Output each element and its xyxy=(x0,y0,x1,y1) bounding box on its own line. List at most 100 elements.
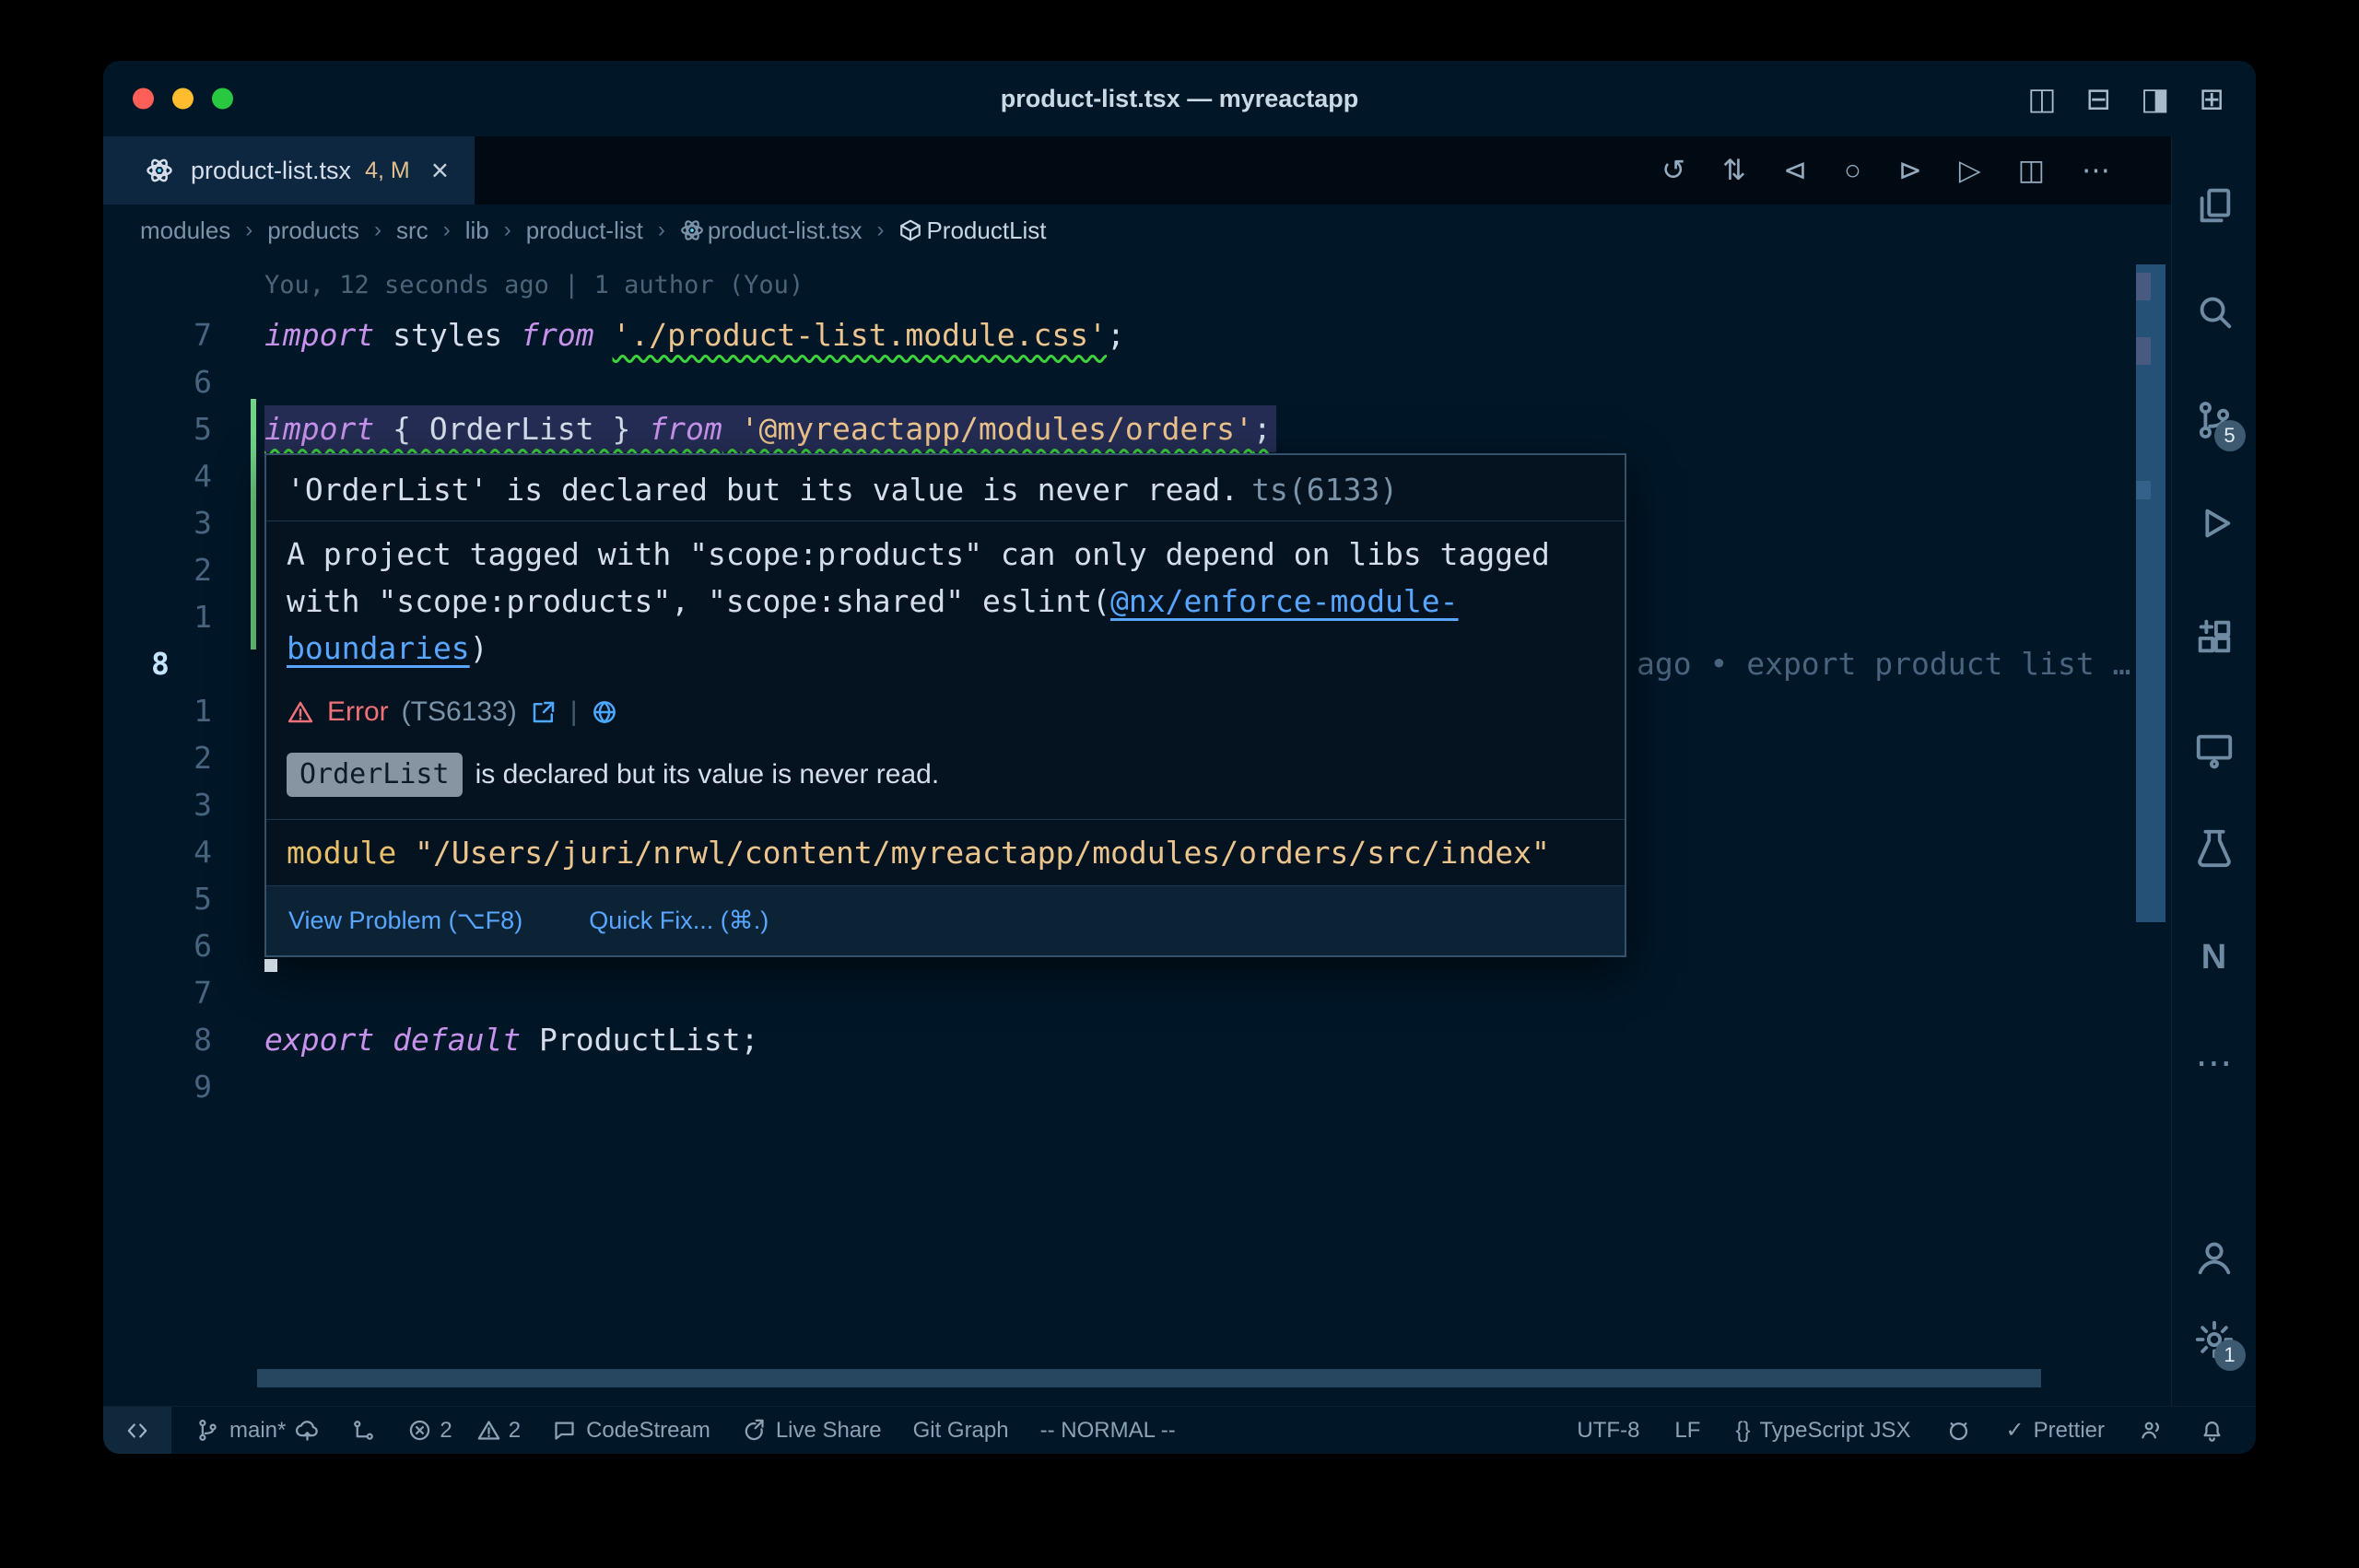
layout-controls: ◫ ⊟ ◨ ⊞ xyxy=(2027,81,2224,117)
line-number: 6 xyxy=(103,358,212,405)
window-traffic-lights xyxy=(133,88,233,110)
code-line[interactable]: 6 xyxy=(103,358,2116,405)
live-share-item[interactable]: Live Share xyxy=(742,1418,882,1444)
run-file-icon[interactable]: ▷ xyxy=(1959,154,1981,187)
eol-item[interactable]: LF xyxy=(1674,1418,1700,1444)
toggle-sidebar-icon[interactable]: ◨ xyxy=(2141,81,2169,117)
breadcrumb-modules[interactable]: modules xyxy=(140,216,230,245)
vertical-scrollbar[interactable] xyxy=(2136,264,2165,922)
more-views-icon[interactable]: ⋯ xyxy=(2190,1039,2238,1087)
breadcrumb-symbol[interactable]: ProductList xyxy=(898,216,1046,245)
error-detail-section: Error(TS6133) | OrderList xyxy=(266,681,1625,819)
tab-label: product-list.tsx xyxy=(191,157,351,185)
tab-product-list[interactable]: product-list.tsx 4, M × xyxy=(103,136,475,205)
customize-layout-icon[interactable]: ⊞ xyxy=(2199,81,2224,117)
testing-icon[interactable] xyxy=(2190,824,2238,872)
activity-bar: 5 N ⋯ 1 xyxy=(2171,136,2256,1406)
split-editor-icon[interactable]: ◫ xyxy=(2018,154,2045,187)
inline-blame-ghost-text: ago • export product list … xyxy=(1637,640,2130,687)
github-icon xyxy=(1946,1418,1971,1443)
minimize-window-button[interactable] xyxy=(172,88,194,110)
breadcrumb: modules › products › src › lib › product… xyxy=(103,205,2171,256)
breadcrumb-separator: › xyxy=(876,217,884,243)
diagnostic-source: ts(6133) xyxy=(1251,472,1398,508)
separator-pipe: | xyxy=(570,694,578,731)
extensions-icon[interactable] xyxy=(2190,613,2238,661)
quick-fix-link[interactable]: Quick Fix... (⌘.) xyxy=(589,897,769,944)
code-line[interactable]: 7 xyxy=(103,969,2116,1016)
language-mode-item[interactable]: {} TypeScript JSX xyxy=(1735,1418,1910,1444)
line-number: 7 xyxy=(103,969,212,1016)
hover-widget-wrapper: 'OrderList' is declared but its value is… xyxy=(264,453,1626,957)
gitlens-branch-item[interactable] xyxy=(351,1418,376,1443)
explorer-icon[interactable] xyxy=(2190,181,2238,229)
window-title: product-list.tsx — myreactapp xyxy=(103,85,2256,113)
settings-gear-icon[interactable]: 1 xyxy=(2190,1316,2238,1363)
nx-console-icon[interactable]: N xyxy=(2190,933,2238,981)
open-external-icon[interactable] xyxy=(530,698,557,726)
code-line[interactable]: 8 export default ProductList; xyxy=(103,1016,2116,1063)
line-number: 2 xyxy=(103,546,212,593)
hover-resize-handle[interactable] xyxy=(264,959,277,972)
breadcrumb-separator: › xyxy=(504,217,511,243)
breadcrumb-product-list[interactable]: product-list xyxy=(526,216,643,245)
line-number: 3 xyxy=(103,781,212,828)
problems-item[interactable]: 2 2 xyxy=(407,1418,521,1444)
git-branch-item[interactable]: main* xyxy=(195,1418,320,1444)
main-row: product-list.tsx 4, M × ↺ ⇅ ⊲ ○ ⊳ ▷ ◫ ⋯ … xyxy=(103,136,2256,1406)
remote-explorer-icon[interactable] xyxy=(2190,726,2238,774)
line-number: 7 xyxy=(103,311,212,358)
open-changes-icon[interactable]: ○ xyxy=(1844,154,1861,187)
line-number: 5 xyxy=(103,405,212,452)
ts-diagnostic-message: 'OrderList' is declared but its value is… xyxy=(266,455,1625,521)
accounts-icon[interactable] xyxy=(2190,1233,2238,1281)
gitlens-blame-annotation: You, 12 seconds ago | 1 author (You) xyxy=(264,265,804,306)
titlebar: product-list.tsx — myreactapp ◫ ⊟ ◨ ⊞ xyxy=(103,61,2256,136)
react-file-icon xyxy=(146,157,173,184)
error-description-row: OrderList is declared but its value is n… xyxy=(266,734,1625,819)
line-number: 3 xyxy=(103,499,212,546)
breadcrumb-products[interactable]: products xyxy=(267,216,359,245)
globe-icon[interactable] xyxy=(591,698,618,726)
breadcrumb-src[interactable]: src xyxy=(396,216,428,245)
breadcrumb-file[interactable]: product-list.tsx xyxy=(680,216,863,245)
tab-close-icon[interactable]: × xyxy=(431,153,449,188)
more-actions-icon[interactable]: ⋯ xyxy=(2082,154,2110,187)
feedback-item[interactable] xyxy=(2140,1418,2165,1443)
search-icon[interactable] xyxy=(2190,287,2238,335)
editor-actions: ↺ ⇅ ⊲ ○ ⊳ ▷ ◫ ⋯ xyxy=(1661,136,2110,205)
warning-count: 2 xyxy=(509,1418,521,1444)
git-graph-item[interactable]: Git Graph xyxy=(913,1418,1009,1444)
code-editor[interactable]: You, 12 seconds ago | 1 author (You) 7 i… xyxy=(103,256,2171,1406)
previous-change-icon[interactable]: ⊲ xyxy=(1783,154,1807,187)
settings-badge: 1 xyxy=(2214,1340,2246,1371)
error-circle-icon xyxy=(407,1418,432,1443)
zoom-window-button[interactable] xyxy=(212,88,233,110)
split-editor-layout-icon[interactable]: ◫ xyxy=(2027,81,2056,117)
toggle-panel-icon[interactable]: ⊟ xyxy=(2086,81,2112,117)
notifications-item[interactable] xyxy=(2200,1418,2224,1443)
view-problem-link[interactable]: View Problem (⌥F8) xyxy=(288,897,522,944)
tab-bar: product-list.tsx 4, M × ↺ ⇅ ⊲ ○ ⊳ ▷ ◫ ⋯ xyxy=(103,136,2171,205)
encoding-item[interactable]: UTF-8 xyxy=(1577,1418,1639,1444)
vim-mode-indicator[interactable]: -- NORMAL -- xyxy=(1040,1418,1176,1444)
run-debug-icon[interactable] xyxy=(2190,499,2238,547)
code-line[interactable]: 5 import { OrderList } from '@myreactapp… xyxy=(103,405,2116,452)
github-item[interactable] xyxy=(1946,1418,1971,1443)
prettier-item[interactable]: ✓ Prettier xyxy=(2006,1417,2105,1444)
braces-icon: {} xyxy=(1735,1418,1750,1444)
compare-changes-icon[interactable]: ⇅ xyxy=(1722,154,1746,187)
code-line[interactable]: 9 xyxy=(103,1063,2116,1110)
remote-indicator[interactable] xyxy=(103,1407,171,1454)
next-change-icon[interactable]: ⊳ xyxy=(1898,154,1922,187)
horizontal-scrollbar[interactable] xyxy=(257,1369,2041,1387)
close-window-button[interactable] xyxy=(133,88,154,110)
line-number: 4 xyxy=(103,828,212,875)
code-line[interactable]: 7 import styles from './product-list.mod… xyxy=(103,311,2116,358)
codestream-item[interactable]: CodeStream xyxy=(552,1418,710,1444)
line-number: 1 xyxy=(103,687,212,734)
breadcrumb-lib[interactable]: lib xyxy=(465,216,489,245)
line-number: 1 xyxy=(103,593,212,640)
source-control-icon[interactable]: 5 xyxy=(2190,396,2238,444)
timeline-history-icon[interactable]: ↺ xyxy=(1661,154,1685,187)
